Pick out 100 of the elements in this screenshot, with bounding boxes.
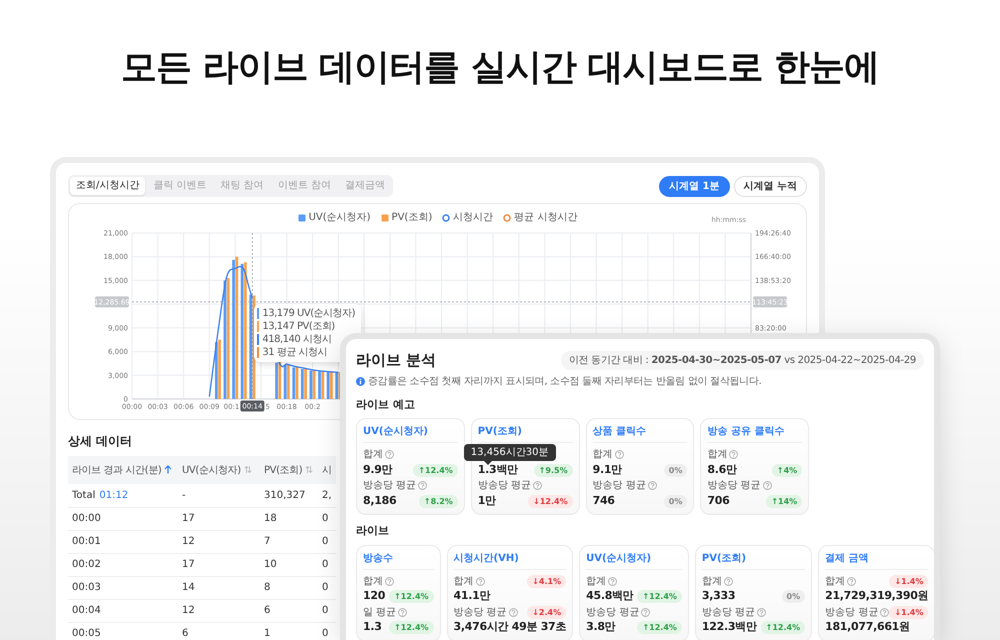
change-badge: ↓1.4%	[889, 574, 928, 588]
sort-icon[interactable]	[305, 464, 314, 474]
legend-label: 평균 시청시간	[514, 211, 578, 224]
metric-label: 방송당 평균	[592, 479, 646, 493]
help-icon[interactable]	[641, 608, 650, 616]
metric-value: 9.1만	[592, 462, 622, 478]
info-icon	[356, 376, 365, 386]
table-cell: 10	[260, 553, 318, 576]
table-cell: 14	[178, 576, 260, 599]
table-cell: 12	[178, 530, 260, 553]
metric-label: 방송당 평균	[478, 479, 531, 493]
tab[interactable]: 조회/시청시간	[70, 177, 146, 195]
table-cell: 0	[318, 576, 336, 599]
metric-value: 706	[707, 492, 730, 509]
metric-value: 120	[363, 588, 386, 604]
change-badge: ↓12.4%	[528, 494, 573, 508]
metric-title: UV(순시청자)	[363, 425, 458, 443]
table-cell: 2,	[318, 484, 336, 507]
table-cell: 6	[178, 622, 260, 640]
help-icon[interactable]	[385, 450, 394, 459]
metric-value: 41.1만	[454, 588, 490, 604]
table-cell: 00:00	[68, 507, 178, 530]
table-cell: 18	[260, 507, 318, 530]
view-toggle-button[interactable]: 시계열 누적	[734, 176, 807, 196]
table-cell: 0	[318, 622, 336, 640]
help-icon[interactable]	[847, 576, 856, 586]
change-badge: ↑12.4%	[389, 590, 434, 603]
column-header: 라이브 경과 시간(분)	[72, 464, 162, 476]
tooltip-text: 13,179 UV(순시청자)	[262, 307, 355, 321]
metric-title: UV(순시청자)	[586, 552, 682, 570]
help-icon[interactable]	[532, 481, 542, 490]
metric-value: 1만	[478, 492, 496, 509]
column-header: 시	[322, 464, 332, 476]
help-icon[interactable]	[757, 608, 766, 616]
metric-value: 3,333	[702, 588, 736, 604]
table-cell: 00:02	[68, 553, 178, 576]
help-icon[interactable]	[398, 608, 408, 616]
legend-label: 시청시간	[453, 211, 494, 224]
metric-label: 일 평균	[363, 606, 396, 620]
help-icon[interactable]	[724, 576, 733, 586]
metric-label: 합계	[363, 574, 383, 588]
help-icon[interactable]	[508, 608, 518, 616]
view-toggle-button[interactable]: 시계열 1분	[659, 176, 730, 196]
metric-label: 방송당 평균	[707, 479, 761, 493]
metric-value: 9.9만	[363, 462, 392, 478]
help-icon[interactable]	[880, 608, 890, 616]
metric-label: 합계	[702, 574, 722, 588]
metric-label: 합계	[363, 448, 383, 462]
panel-title: 라이브 분석	[356, 350, 436, 371]
table-cell: 0	[318, 507, 336, 530]
column-header: PV(조회)	[264, 464, 302, 476]
metric-label: 방송당 평균	[825, 606, 878, 620]
metric-label: 방송당 평균	[586, 606, 640, 620]
help-icon[interactable]	[762, 481, 772, 490]
table-cell: 310,327	[260, 484, 318, 507]
sort-icon[interactable]	[164, 464, 172, 474]
metric-value: 45.8백만	[586, 588, 634, 604]
headline: 모든 라이브 데이터를 실시간 대시보드로 한눈에	[120, 46, 880, 90]
metric-label: 합계	[586, 574, 606, 588]
table-cell: 17	[178, 553, 260, 576]
metric-title: 방송 공유 클릭수	[707, 425, 802, 443]
metric-title: 결제 금액	[825, 552, 928, 570]
metric-title: 시청시간(VH)	[454, 552, 566, 570]
help-icon[interactable]	[608, 576, 618, 586]
notice-text: 증감률은 소수점 첫째 자리까지 표시되며, 소수점 둘째 자리부터는 반올림 없이 절삭됩니다.	[368, 374, 762, 388]
change-badge: ↑12.4%	[637, 621, 682, 634]
change-badge: ↑12.4%	[389, 621, 434, 634]
help-icon[interactable]	[385, 576, 394, 586]
metric-label: 방송당 평균	[454, 606, 507, 620]
change-badge: 0%	[664, 494, 688, 508]
tab[interactable]: 이벤트 참여	[272, 177, 337, 195]
section-title: 라이브 예고	[356, 396, 416, 412]
tab[interactable]: 클릭 이벤트	[147, 177, 213, 195]
table-cell: 17	[178, 507, 260, 530]
tab[interactable]: 채팅 참여	[214, 177, 270, 195]
metric-value: 122.3백만	[702, 619, 757, 636]
metric-label: 방송당 평균	[702, 606, 756, 620]
table-cell: 0	[318, 599, 336, 622]
change-badge: ↑8.2%	[418, 494, 458, 508]
help-icon[interactable]	[614, 450, 624, 459]
change-badge: ↑14%	[766, 494, 802, 508]
table-cell: 8	[260, 576, 318, 599]
help-icon[interactable]	[476, 576, 485, 586]
change-badge: ↓2.4%	[527, 606, 566, 618]
help-icon[interactable]	[418, 481, 428, 490]
tooltip-text: 13,147 PV(조회)	[262, 320, 335, 334]
metric-title: PV(조회)	[702, 552, 806, 570]
change-badge: ↓4.1%	[527, 574, 566, 588]
legend-label: PV(조회)	[392, 211, 432, 224]
help-icon[interactable]	[729, 450, 738, 459]
metric-value: 3.8만	[586, 619, 616, 636]
tab[interactable]: 결제금액	[338, 177, 391, 195]
help-icon[interactable]	[648, 481, 657, 490]
table-cell: 7	[260, 530, 318, 553]
metric-value: 181,077,661원	[825, 619, 910, 636]
metric-value: 746	[592, 492, 615, 509]
table-cell: 00:03	[68, 576, 178, 599]
change-badge: ↑12.4%	[413, 464, 458, 476]
sort-icon[interactable]	[244, 464, 252, 474]
table-cell: 00:04	[68, 599, 178, 622]
